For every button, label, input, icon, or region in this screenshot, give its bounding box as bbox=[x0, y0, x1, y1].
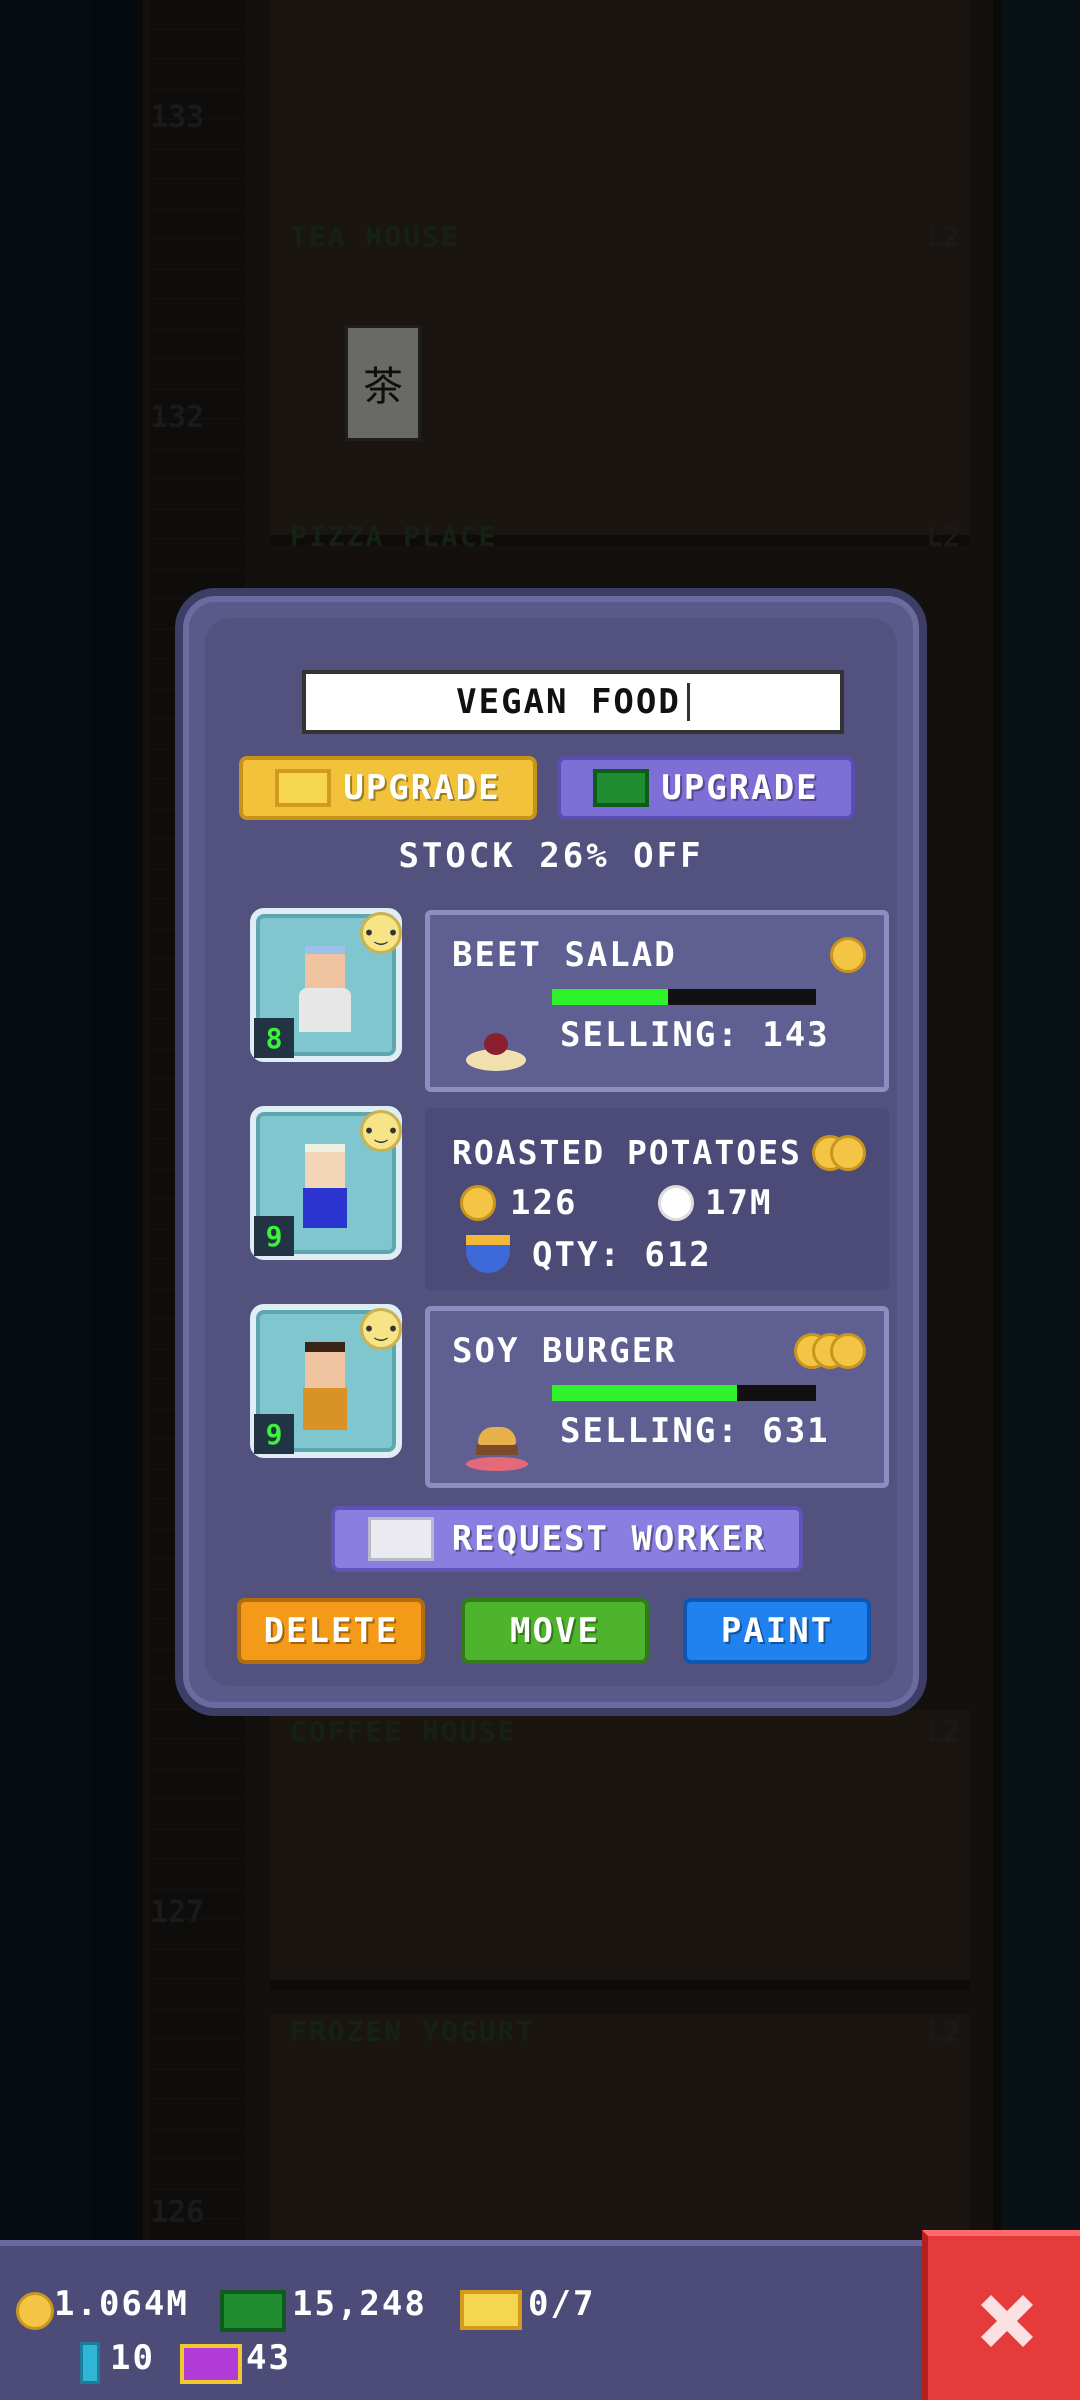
product-name: SOY BURGER bbox=[452, 1331, 677, 1371]
floor-name: TEA HOUSE bbox=[290, 220, 460, 253]
floor-level: L2 bbox=[926, 2015, 960, 2048]
stock-discount-text: STOCK 26% OFF bbox=[398, 836, 704, 876]
floor-number: 126 bbox=[150, 2195, 205, 2230]
key-icon bbox=[80, 2342, 100, 2384]
worker-level: 9 bbox=[254, 1414, 294, 1454]
floor-dialog: VEGAN FOOD UPGRADE UPGRADE STOCK 26% OFF… bbox=[175, 588, 927, 1716]
floor-room[interactable] bbox=[270, 1710, 970, 1990]
gold-ticket-count: 0/7 bbox=[528, 2284, 596, 2324]
gold-ticket-icon bbox=[460, 2290, 522, 2330]
clock-icon bbox=[658, 1185, 694, 1221]
resource-bar: 1.064M 15,248 0/7 10 43 bbox=[0, 2240, 1080, 2400]
floor-number: 127 bbox=[150, 1895, 205, 1930]
vip-ticket-icon bbox=[180, 2344, 242, 2384]
coin-icon bbox=[16, 2292, 54, 2330]
dialog-panel: VEGAN FOOD UPGRADE UPGRADE STOCK 26% OFF… bbox=[205, 618, 897, 1686]
product-slot[interactable]: SOY BURGER SELLING: 631 bbox=[425, 1306, 889, 1488]
worker-avatar[interactable]: •‿• 9 bbox=[250, 1106, 402, 1260]
floor-level: L2 bbox=[926, 520, 960, 553]
beet-salad-icon bbox=[466, 1027, 528, 1075]
request-worker-label: REQUEST WORKER bbox=[451, 1519, 767, 1559]
neutral-face-icon: •‿• bbox=[360, 1110, 402, 1152]
coin-balance: 1.064M bbox=[54, 2284, 189, 2324]
close-button[interactable] bbox=[922, 2230, 1080, 2400]
floor-level: L2 bbox=[926, 220, 960, 253]
progress-bar bbox=[552, 1385, 816, 1401]
neutral-face-icon: •‿• bbox=[360, 1308, 402, 1350]
upgrade-coin-button[interactable]: UPGRADE bbox=[239, 756, 537, 820]
delete-button[interactable]: DELETE bbox=[237, 1598, 425, 1664]
selling-count: SELLING: 631 bbox=[560, 1411, 830, 1451]
floor-name-input[interactable]: VEGAN FOOD bbox=[302, 670, 844, 734]
key-count: 10 bbox=[110, 2338, 155, 2378]
worker-avatar[interactable]: •‿• 8 bbox=[250, 908, 402, 1062]
floor-name: PIZZA PLACE bbox=[290, 520, 498, 553]
soy-burger-icon bbox=[466, 1423, 528, 1471]
bux-icon bbox=[220, 2290, 286, 2332]
bux-balance: 15,248 bbox=[292, 2284, 427, 2324]
restock-time: 17M bbox=[705, 1183, 773, 1223]
worker-level: 9 bbox=[254, 1216, 294, 1256]
envelope-icon bbox=[367, 1517, 434, 1561]
progress-fill bbox=[552, 1385, 737, 1401]
floor-name: FROZEN YOGURT bbox=[290, 2015, 536, 2048]
product-slot[interactable]: ROASTED POTATOES 126 17M QTY: 612 bbox=[425, 1108, 889, 1290]
vip-ticket-count: 43 bbox=[246, 2338, 291, 2378]
stock-quantity: QTY: 612 bbox=[532, 1235, 712, 1275]
coin-icon bbox=[830, 1135, 866, 1171]
worker-figure bbox=[296, 1342, 354, 1430]
potato-bowl-icon bbox=[466, 1235, 510, 1273]
progress-bar bbox=[552, 989, 816, 1005]
worker-figure bbox=[296, 1144, 354, 1230]
upgrade-bux-button[interactable]: UPGRADE bbox=[557, 756, 855, 820]
move-button[interactable]: MOVE bbox=[461, 1598, 649, 1664]
coin-icon bbox=[830, 1333, 866, 1369]
close-icon bbox=[981, 2295, 1033, 2347]
floor-room[interactable]: 茶 bbox=[270, 265, 970, 545]
progress-fill bbox=[552, 989, 669, 1005]
restock-cost: 126 bbox=[510, 1183, 578, 1223]
request-worker-button[interactable]: REQUEST WORKER bbox=[331, 1506, 803, 1572]
floor-level: L2 bbox=[926, 1715, 960, 1748]
worker-level: 8 bbox=[254, 1018, 294, 1058]
product-slot[interactable]: BEET SALAD SELLING: 143 bbox=[425, 910, 889, 1092]
gold-ticket-icon bbox=[275, 769, 332, 807]
floor-name: COFFEE HOUSE bbox=[290, 1715, 517, 1748]
bux-icon bbox=[593, 769, 650, 807]
product-name: ROASTED POTATOES bbox=[452, 1133, 802, 1172]
worker-figure bbox=[296, 946, 354, 1032]
upgrade-coin-label: UPGRADE bbox=[343, 768, 501, 808]
game-screen: 133 TEA HOUSE L2 132 茶 PIZZA PLACE L2 CO… bbox=[0, 0, 1080, 2400]
worker-avatar[interactable]: •‿• 9 bbox=[250, 1304, 402, 1458]
upgrade-bux-label: UPGRADE bbox=[661, 768, 819, 808]
selling-count: SELLING: 143 bbox=[560, 1015, 830, 1055]
text-cursor bbox=[686, 683, 690, 721]
floor-number: 133 bbox=[150, 100, 205, 135]
product-name: BEET SALAD bbox=[452, 935, 677, 975]
coin-icon bbox=[460, 1185, 496, 1221]
floor-name-text: VEGAN FOOD bbox=[456, 682, 681, 722]
paint-button[interactable]: PAINT bbox=[683, 1598, 871, 1664]
coin-icon bbox=[830, 937, 866, 973]
neutral-face-icon: •‿• bbox=[360, 912, 402, 954]
floor-number: 132 bbox=[150, 400, 205, 435]
tea-sign: 茶 bbox=[345, 325, 421, 441]
